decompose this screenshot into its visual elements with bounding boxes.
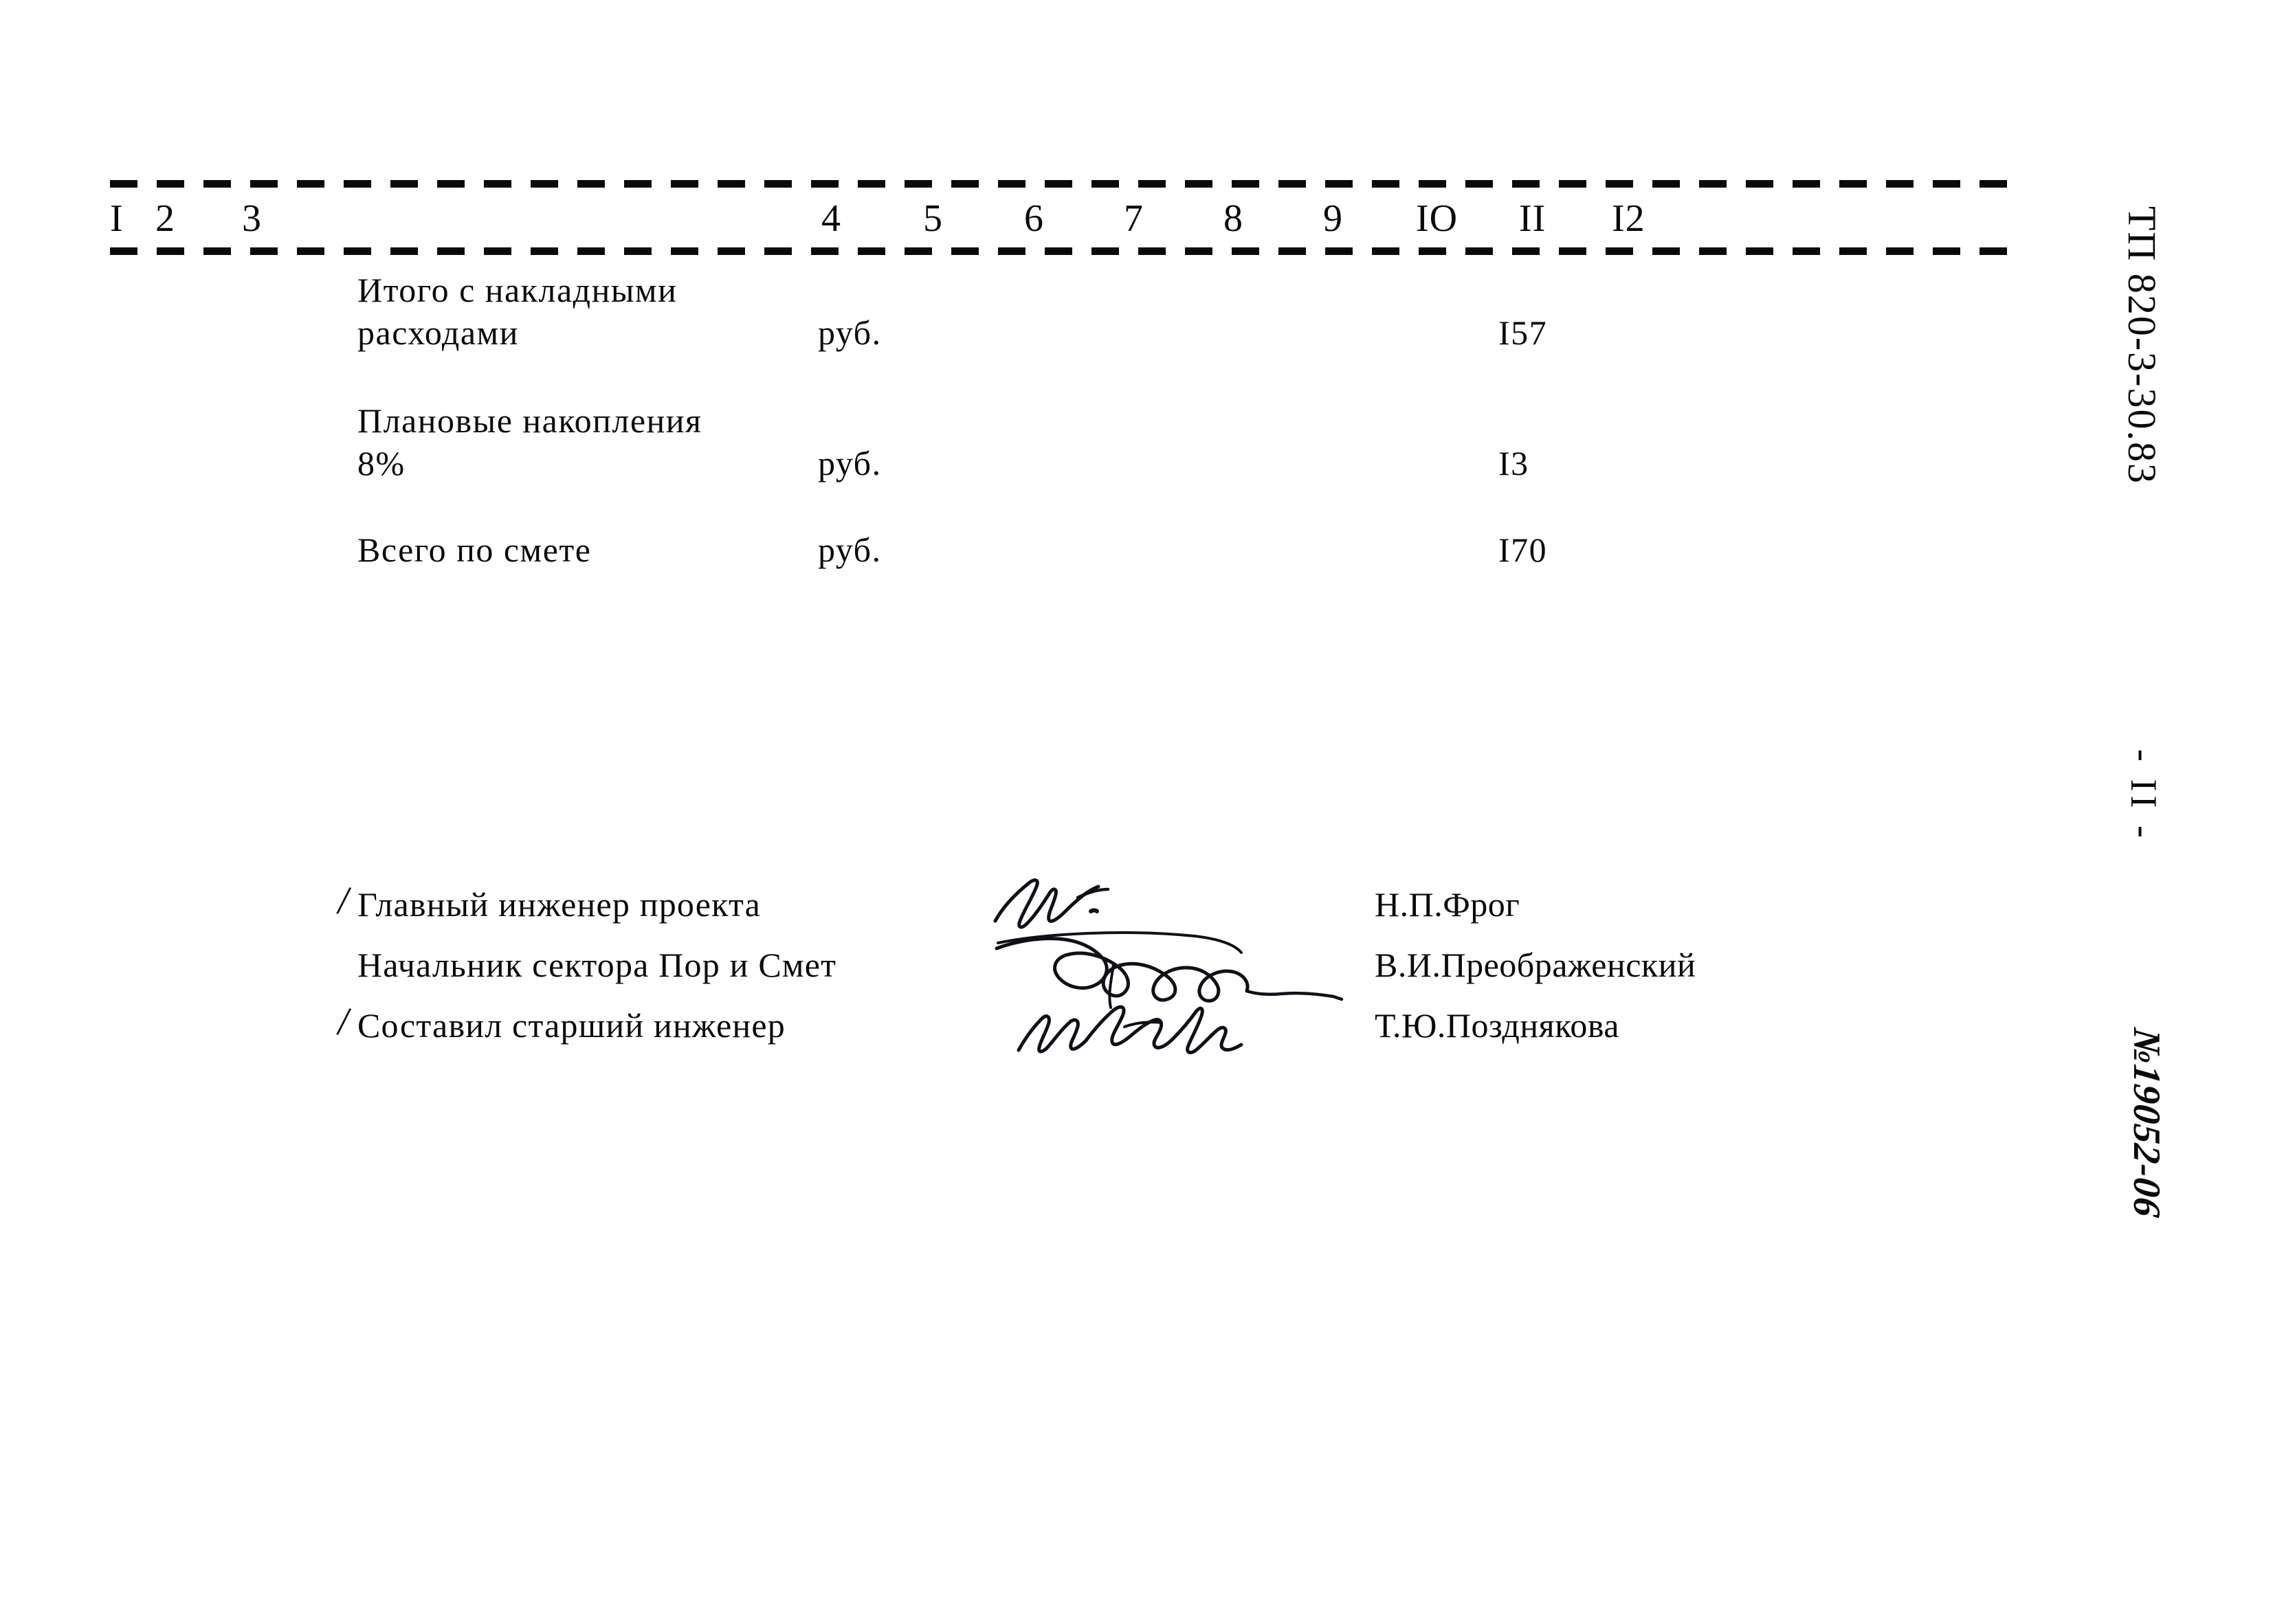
signature-row: / Составил старший инженер Т.Ю.Позднякова (0, 998, 2273, 1063)
column-number-3: 3 (242, 197, 262, 240)
page-number-label: - II - (2123, 749, 2164, 842)
row-label: Плановые накопления (357, 401, 702, 440)
signature-row: / Главный инженер проекта Н.П.Фрог (0, 877, 2273, 942)
signatory-title: Главный инженер проекта (357, 885, 761, 924)
column-number-7: 7 (1124, 197, 1144, 240)
signatory-name: Н.П.Фрог (1375, 885, 1520, 924)
column-number-9: 9 (1323, 197, 1343, 240)
row-label-line2: 8% (357, 444, 406, 482)
column-number-2: 2 (155, 197, 175, 240)
signatory-title: Начальник сектора Пор и Смет (357, 946, 837, 984)
slash-mark: / (335, 998, 353, 1045)
table-column-header: I 2 3 4 5 6 7 8 9 IO II I2 (110, 180, 2014, 256)
row-value: I3 (1498, 444, 1529, 482)
column-number-5: 5 (923, 197, 943, 240)
column-number-row: I 2 3 4 5 6 7 8 9 IO II I2 (110, 190, 2014, 247)
row-value: I57 (1498, 313, 1548, 352)
column-number-6: 6 (1024, 197, 1044, 240)
signature-row: Начальник сектора Пор и Смет В.И.Преображ… (0, 940, 2273, 1002)
column-number-4: 4 (821, 197, 841, 240)
column-number-1: I (110, 197, 124, 240)
dashed-rule-bottom (110, 247, 2014, 255)
row-label-line2: расходами (357, 313, 519, 352)
row-label: Итого с накладными (357, 271, 678, 309)
signatory-title: Составил старший инженер (357, 1006, 786, 1045)
column-number-8: 8 (1223, 197, 1243, 240)
row-unit: руб. (818, 313, 882, 352)
column-number-12: I2 (1612, 197, 1645, 240)
row-label: Всего по смете (357, 531, 592, 569)
row-unit: руб. (818, 444, 882, 482)
signatory-name: Т.Ю.Позднякова (1375, 1006, 1619, 1045)
signatory-name: В.И.Преображенский (1375, 946, 1696, 984)
row-unit: руб. (818, 531, 882, 569)
row-value: I70 (1498, 531, 1548, 569)
archive-stamp-number: №19052-06 (2125, 1026, 2168, 1220)
column-number-11: II (1519, 197, 1546, 240)
dashed-rule-top (110, 180, 2014, 188)
column-number-10: IO (1416, 197, 1459, 240)
slash-mark: / (335, 877, 353, 924)
document-page: I 2 3 4 5 6 7 8 9 IO II I2 Итого с накладными расход… (0, 0, 2273, 1624)
document-code-label: ТП 820-3-30.83 (2120, 206, 2164, 485)
